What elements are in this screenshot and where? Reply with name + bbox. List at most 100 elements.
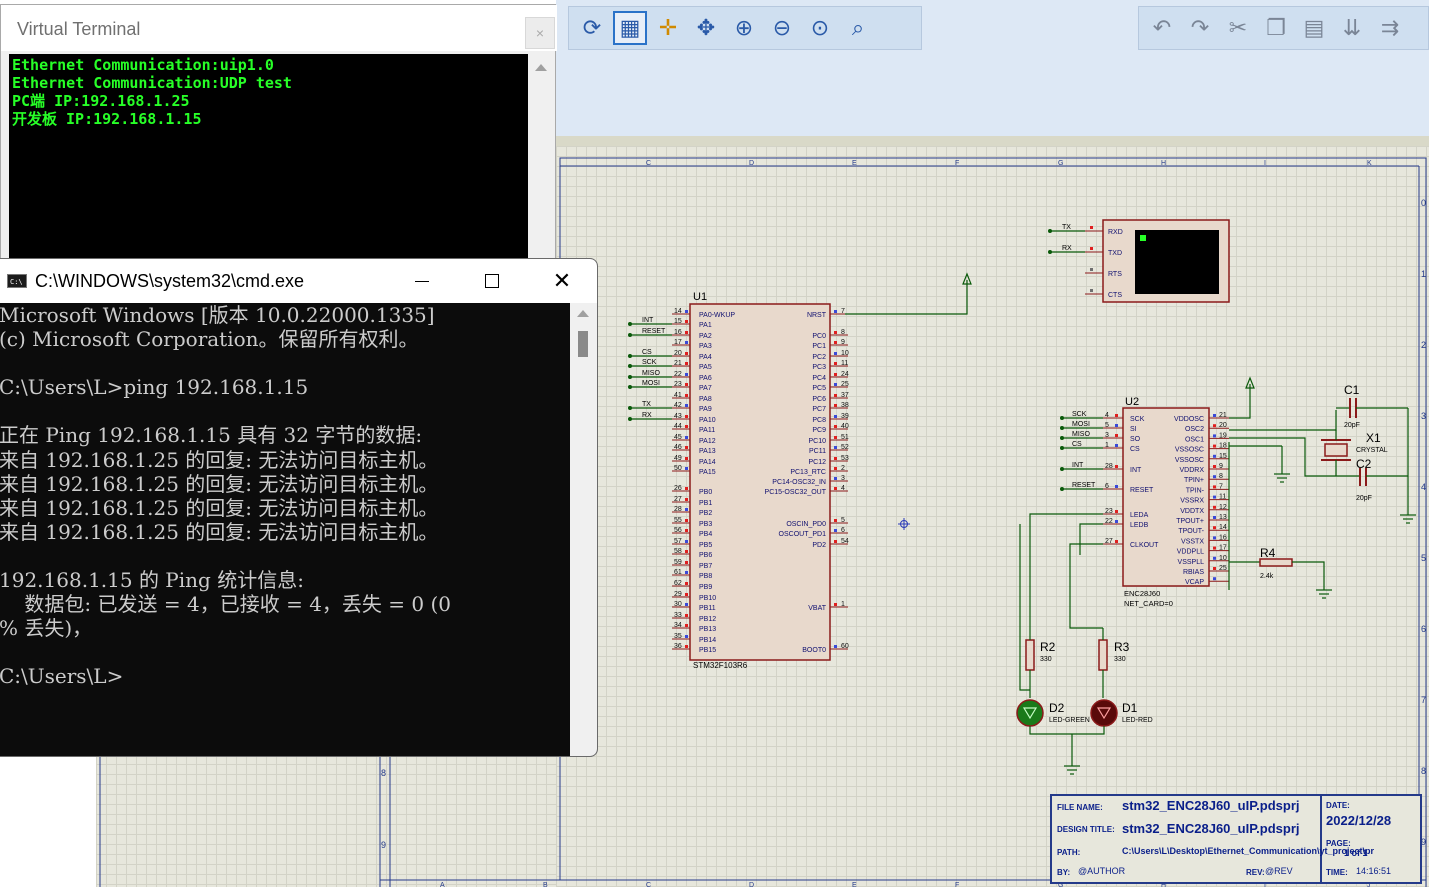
r2-ref: R2 <box>1040 640 1056 654</box>
virtual-terminal-window[interactable]: Virtual Terminal × Ethernet Communicatio… <box>0 4 557 275</box>
u1-pin-number: 23 <box>674 381 682 388</box>
cmd-line: 来自 192.168.1.25 的回复: 无法访问目标主机。 <box>0 495 439 520</box>
u2-pin-number: 21 <box>1219 412 1227 419</box>
u1-pin-number: 60 <box>841 643 849 650</box>
vterm-pin-name: TXD <box>1108 250 1122 257</box>
u1-pin-name: PC3 <box>812 364 826 371</box>
u1-pin-name: PB15 <box>699 647 716 654</box>
net-junction <box>628 333 632 337</box>
u2-pin-number: 4 <box>1105 412 1109 419</box>
u1-stm32[interactable]: U1 STM32F103R6 14PA0-WKUP15PA116PA217PA3… <box>672 291 849 670</box>
vterm-symbol[interactable]: RXD TXD RTS CTS TX RX <box>1048 219 1230 303</box>
grid-col-label: F <box>955 160 959 167</box>
grid-col-label: E <box>852 160 857 167</box>
cmd-line: C:\Users\L>ping 192.168.1.15 <box>0 375 309 400</box>
d2-value: LED-GREEN <box>1049 717 1090 724</box>
u2-pin-name: TPOUT- <box>1178 528 1204 535</box>
u1-pin-name: PB0 <box>699 489 712 496</box>
u2-pin-name: SO <box>1130 436 1141 443</box>
u2-pin-number: 10 <box>1219 555 1227 562</box>
u2-pin-number: 14 <box>1219 524 1227 531</box>
scroll-up-icon[interactable] <box>577 310 589 317</box>
grid-col-label: H <box>1161 160 1166 167</box>
net-junction <box>628 322 632 326</box>
u1-pin-name: PC0 <box>812 333 826 340</box>
u1-pin-name: PB8 <box>699 573 712 580</box>
u1-net-label: INT <box>642 317 654 324</box>
u1-pin-marker <box>834 373 837 376</box>
u2-pin-number: 12 <box>1219 504 1227 511</box>
path-label: PATH: <box>1057 848 1081 857</box>
u1-pin-marker <box>685 352 688 355</box>
grid-bottom-label: B <box>543 882 548 887</box>
design-title-label: DESIGN TITLE: <box>1057 825 1115 834</box>
u2-pin-marker <box>1115 434 1118 437</box>
u2-pin-name: VSSTX <box>1181 538 1204 545</box>
u2-pin-name: LEDB <box>1130 522 1149 529</box>
u1-pin-name: PC14-OSC32_IN <box>772 479 826 486</box>
grid-row-label: 4 <box>1421 482 1426 492</box>
u1-pin-marker <box>685 582 688 585</box>
u2-pin-name: TPIN- <box>1186 487 1205 494</box>
u1-pin-number: 49 <box>674 455 682 462</box>
u2-pin-number: 15 <box>1219 453 1227 460</box>
u2-pin-number: 7 <box>1219 483 1223 490</box>
r4-resistor[interactable]: R4 2.4k <box>1229 546 1332 599</box>
u2-pin-name: LEDA <box>1130 512 1149 519</box>
cmd-output[interactable]: Microsoft Windows [版本 10.0.22000.1335] (c… <box>0 303 569 756</box>
u1-pin-number: 56 <box>674 527 682 534</box>
u2-pin-marker <box>1213 556 1216 560</box>
grid-col-label: I <box>1264 160 1266 167</box>
terminal-scrollbar[interactable] <box>529 54 553 275</box>
vterm-net-label: RX <box>1062 245 1072 252</box>
u1-pin-number: 16 <box>674 329 682 336</box>
u1-pin-name: PA11 <box>699 427 715 434</box>
u2-pin-name: RBIAS <box>1183 569 1204 576</box>
u1-pin-name: PA5 <box>699 364 712 371</box>
u1-pin-name: PA2 <box>699 333 712 340</box>
rev-label: REV: <box>1246 868 1265 877</box>
cmd-titlebar[interactable]: C:\ C:\WINDOWS\system32\cmd.exe ✕ <box>0 259 597 303</box>
u2-enc28j60[interactable]: U2 ENC28J60 NET_CARD=0 4 SCK 5 SI 3 SO 1 CS 28 IN… <box>1103 396 1229 608</box>
close-button[interactable]: ✕ <box>527 259 597 303</box>
date-value: 2022/12/28 <box>1326 813 1392 828</box>
u2-pin-marker <box>1213 495 1216 499</box>
u1-pin-name: PB13 <box>699 626 716 633</box>
crystal-circuit[interactable]: C1 20pF C2 20pF X1 CRYSTAL <box>1229 383 1416 524</box>
cmd-line: (c) Microsoft Corporation。保留所有权利。 <box>0 327 419 352</box>
scroll-up-icon[interactable] <box>535 64 547 71</box>
grid-row-label: 9 <box>381 840 386 850</box>
u2-net-label: MOSI <box>1072 421 1090 428</box>
cmd-scrollbar[interactable] <box>570 303 597 756</box>
u1-pin-name: PB5 <box>699 542 712 549</box>
d1-ref: D1 <box>1122 701 1138 715</box>
u1-pin-name: PB2 <box>699 510 712 517</box>
u1-pin-number: 50 <box>674 465 682 472</box>
cmd-line: 正在 Ping 192.168.1.15 具有 32 字节的数据: <box>0 423 423 448</box>
u2-pin-name: CLKOUT <box>1130 542 1159 549</box>
net-junction <box>628 385 632 389</box>
minimize-button[interactable] <box>387 259 457 303</box>
cmd-app-icon: C:\ <box>7 274 27 288</box>
u1-pin-marker <box>834 352 837 355</box>
u2-pin-name: VSSPLL <box>1178 559 1205 566</box>
u1-pin-name: PA9 <box>699 406 712 413</box>
terminal-output[interactable]: Ethernet Communication:uip1.0 Ethernet Co… <box>9 54 528 275</box>
u1-pin-number: 29 <box>674 591 682 598</box>
u1-pin-marker <box>834 331 837 334</box>
grid-bottom-label: F <box>955 882 959 887</box>
scroll-thumb[interactable] <box>578 331 588 357</box>
virtual-terminal-titlebar[interactable]: Virtual Terminal × <box>1 5 557 51</box>
maximize-button[interactable] <box>457 259 527 303</box>
vterm-pin-name: CTS <box>1108 292 1122 299</box>
u1-pin-name: PA15 <box>699 469 716 476</box>
cmd-window[interactable]: C:\ C:\WINDOWS\system32\cmd.exe ✕ Micros… <box>0 258 598 757</box>
u1-pin-marker <box>834 446 837 449</box>
grid-row-label: 0 <box>1421 198 1426 208</box>
u2-pin-name: VDDPLL <box>1177 549 1204 556</box>
rev-value: @REV <box>1265 866 1293 876</box>
close-button[interactable]: × <box>525 17 555 49</box>
cursor-crosshair-icon <box>898 518 910 530</box>
u2-pin-number: 5 <box>1105 422 1109 429</box>
maximize-icon <box>485 274 499 288</box>
